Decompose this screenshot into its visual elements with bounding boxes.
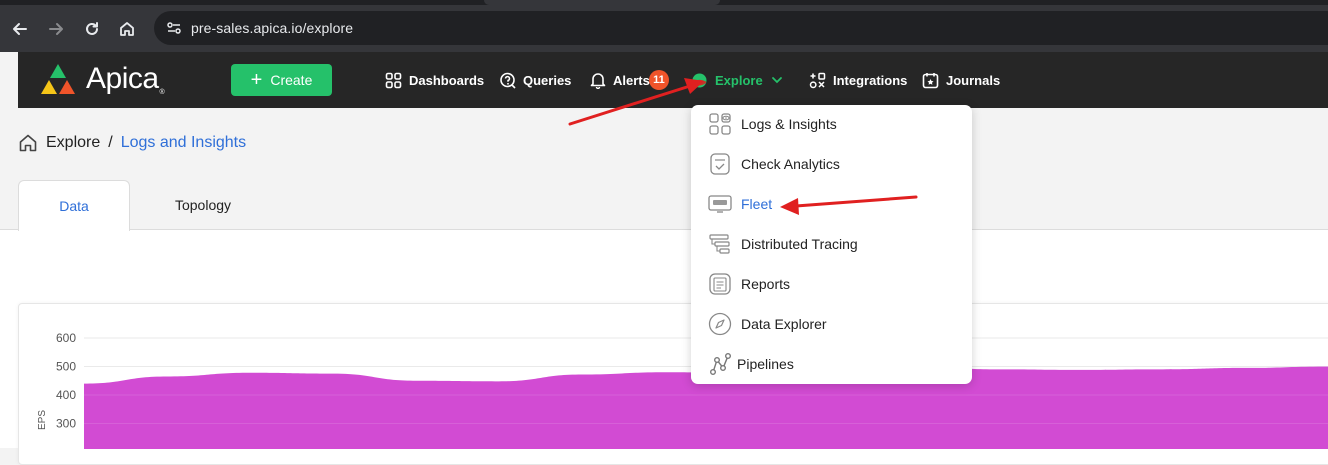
nav-explore[interactable]: Explore bbox=[691, 70, 783, 90]
dashboards-grid-icon bbox=[385, 72, 402, 88]
eps-chart-card: 600 500 400 300 EPS bbox=[18, 303, 1328, 465]
explore-menu: Logs & Insights Check Analytics Fleet Di… bbox=[691, 105, 972, 384]
site-settings-icon[interactable] bbox=[162, 16, 186, 40]
nav-journals[interactable]: Journals bbox=[922, 70, 1000, 90]
menu-item-label: Reports bbox=[741, 276, 791, 292]
breadcrumb-current[interactable]: Logs and Insights bbox=[121, 134, 246, 152]
nav-dashboards-label: Dashboards bbox=[409, 72, 485, 88]
eps-chart: 600 500 400 300 EPS bbox=[37, 331, 1328, 449]
y-tick-label: 600 bbox=[56, 331, 76, 345]
menu-item-label: Data Explorer bbox=[741, 316, 827, 332]
queries-icon bbox=[500, 72, 516, 89]
reports-icon bbox=[707, 271, 733, 297]
tab-topology[interactable]: Topology bbox=[148, 180, 258, 230]
logo-text: Apica® bbox=[86, 62, 165, 96]
menu-item-label: Distributed Tracing bbox=[741, 236, 858, 252]
alerts-count-badge: 11 bbox=[649, 70, 669, 90]
home-icon[interactable] bbox=[115, 17, 139, 41]
menu-item-pipelines[interactable]: Pipelines bbox=[707, 350, 794, 378]
plus-icon: + bbox=[250, 69, 263, 91]
nav-alerts[interactable]: Alerts bbox=[590, 70, 650, 90]
menu-item-reports[interactable]: Reports bbox=[707, 270, 790, 298]
app-header: Apica® + Create Dashboards Queries Alert… bbox=[18, 52, 1328, 108]
y-axis-label: EPS bbox=[37, 410, 48, 430]
menu-item-label: Check Analytics bbox=[741, 156, 840, 172]
menu-item-label: Logs & Insights bbox=[741, 116, 837, 132]
nav-integrations-label: Integrations bbox=[833, 72, 908, 88]
url-text[interactable]: pre-sales.apica.io/explore bbox=[191, 20, 353, 36]
reload-icon[interactable] bbox=[80, 17, 104, 41]
menu-item-logs-insights[interactable]: Logs & Insights bbox=[707, 110, 837, 138]
browser-toolbar: pre-sales.apica.io/explore bbox=[0, 5, 1328, 52]
explore-globe-icon bbox=[692, 73, 707, 87]
nav-journals-label: Journals bbox=[946, 72, 1001, 88]
pipelines-icon bbox=[707, 351, 733, 377]
integrations-icon bbox=[809, 72, 826, 88]
chevron-down-icon bbox=[771, 77, 782, 84]
tab-data[interactable]: Data bbox=[18, 180, 130, 231]
bell-icon bbox=[590, 73, 606, 89]
nav-alerts-label: Alerts bbox=[613, 72, 650, 88]
menu-item-label: Fleet bbox=[741, 196, 773, 212]
apica-logo[interactable]: Apica® bbox=[38, 59, 165, 99]
nav-explore-label: Explore bbox=[715, 72, 763, 88]
breadcrumb-separator: / bbox=[108, 134, 113, 151]
compass-icon bbox=[707, 311, 733, 337]
address-bar[interactable]: pre-sales.apica.io/explore bbox=[154, 11, 1328, 45]
apica-logo-icon bbox=[41, 64, 75, 94]
distributed-tracing-icon bbox=[707, 231, 733, 257]
journals-icon bbox=[922, 72, 939, 88]
fleet-icon bbox=[707, 191, 733, 217]
y-tick-label: 300 bbox=[56, 417, 76, 431]
create-label: Create bbox=[270, 72, 313, 88]
nav-integrations[interactable]: Integrations bbox=[809, 70, 907, 90]
menu-item-fleet[interactable]: Fleet bbox=[707, 190, 772, 218]
logs-insights-icon bbox=[707, 111, 733, 137]
nav-dashboards[interactable]: Dashboards bbox=[385, 70, 484, 90]
check-analytics-icon bbox=[707, 151, 733, 177]
forward-icon[interactable] bbox=[44, 17, 68, 41]
menu-item-label: Pipelines bbox=[737, 356, 794, 372]
back-icon[interactable] bbox=[8, 17, 32, 41]
nav-queries[interactable]: Queries bbox=[499, 70, 571, 90]
create-button[interactable]: + Create bbox=[231, 64, 332, 96]
breadcrumb: Explore / Logs and Insights bbox=[18, 132, 246, 154]
home-outline-icon[interactable] bbox=[18, 133, 38, 153]
menu-item-distributed-tracing[interactable]: Distributed Tracing bbox=[707, 230, 858, 258]
menu-item-data-explorer[interactable]: Data Explorer bbox=[707, 310, 827, 338]
nav-queries-label: Queries bbox=[523, 72, 572, 88]
y-tick-label: 400 bbox=[56, 388, 76, 402]
y-tick-label: 500 bbox=[56, 360, 76, 374]
breadcrumb-root[interactable]: Explore bbox=[46, 134, 100, 152]
menu-item-check-analytics[interactable]: Check Analytics bbox=[707, 150, 840, 178]
